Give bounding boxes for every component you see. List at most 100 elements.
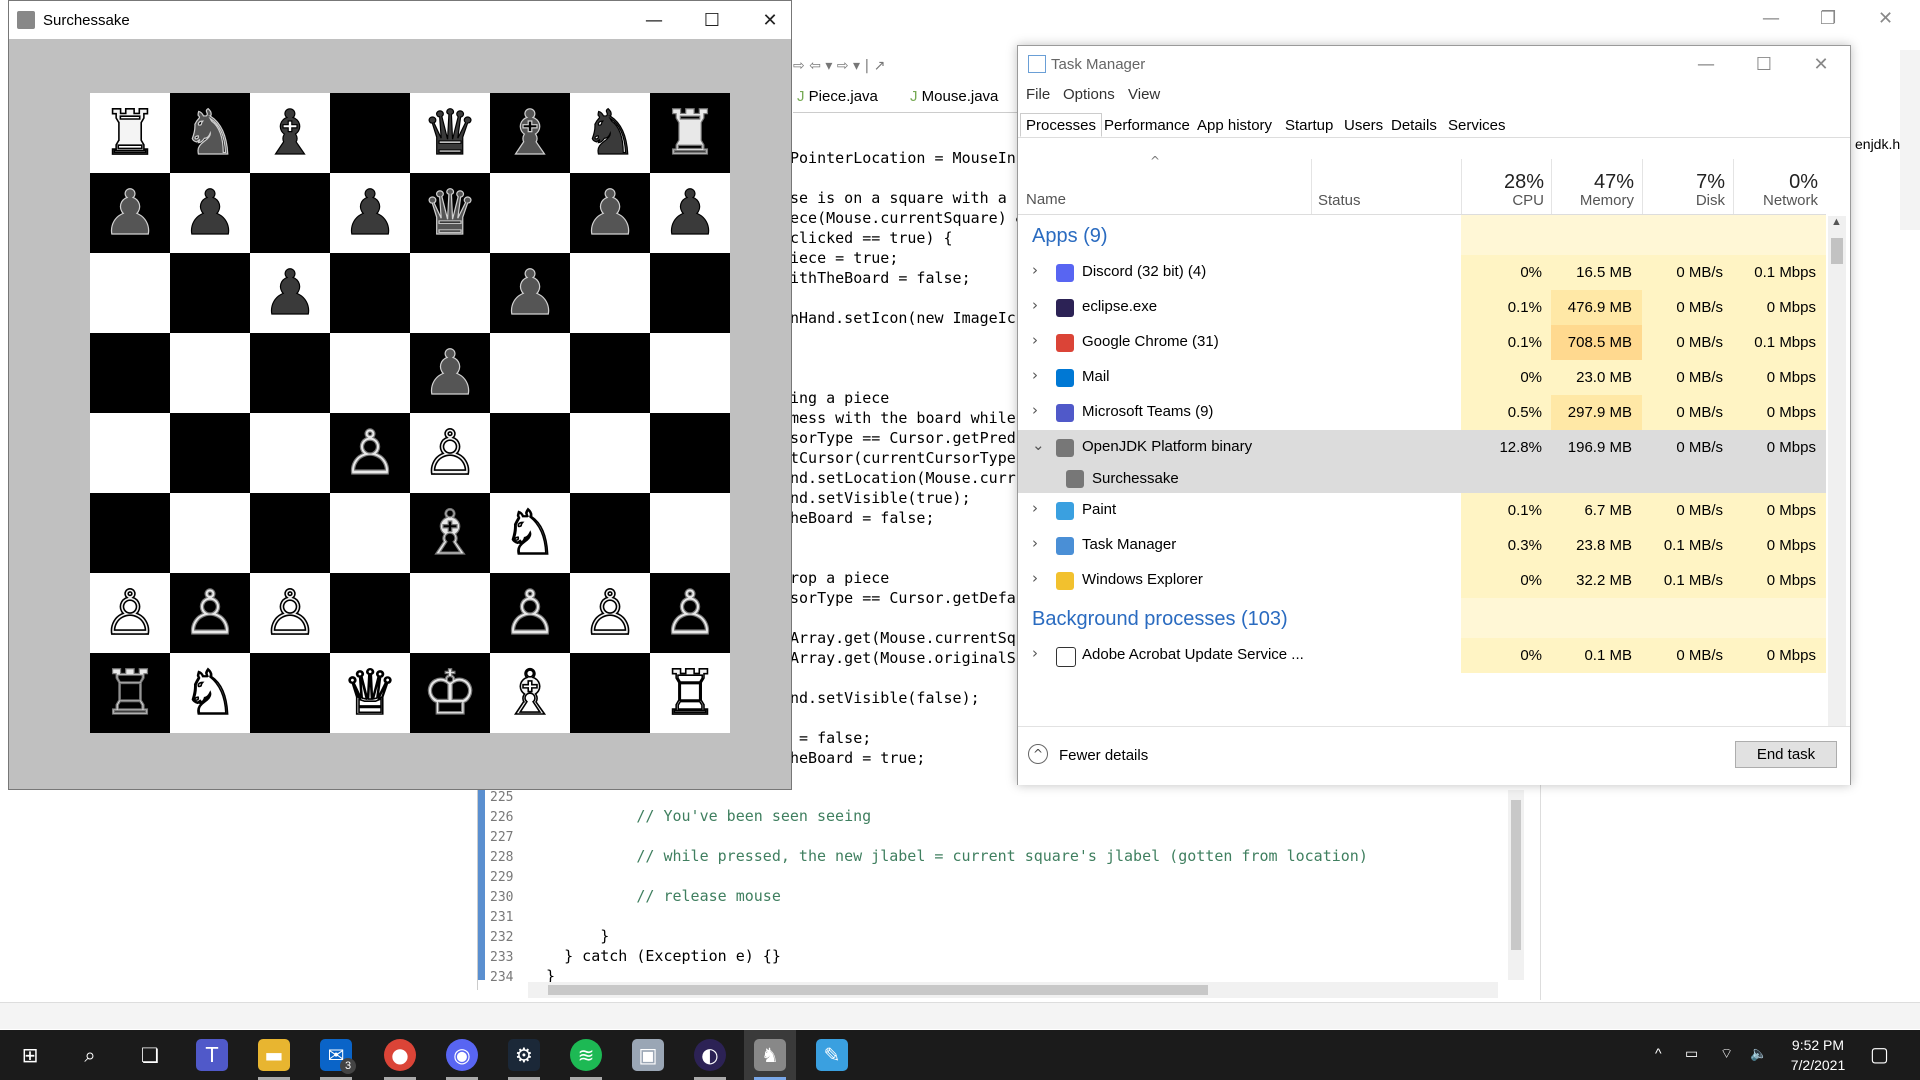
board-square[interactable] xyxy=(250,493,330,573)
chess-piece[interactable]: ♖ xyxy=(102,661,159,724)
chess-piece[interactable]: ♟ xyxy=(502,261,559,324)
chess-piece[interactable]: ♙ xyxy=(261,581,318,645)
chess-piece[interactable]: ♝ xyxy=(502,101,559,164)
board-square[interactable] xyxy=(250,173,330,253)
board-square[interactable]: ♛ xyxy=(410,93,490,173)
board-square[interactable]: ♙ xyxy=(330,413,410,493)
board-square[interactable] xyxy=(90,413,170,493)
chevron-right-icon[interactable]: › xyxy=(1032,499,1038,517)
board-square[interactable] xyxy=(650,333,730,413)
notification-icon[interactable]: ▢ xyxy=(1870,1042,1889,1067)
paint-icon[interactable]: ✎ xyxy=(816,1039,848,1071)
tab-mouse-java[interactable]: J Mouse.java xyxy=(906,88,1002,110)
editor-horizontal-scrollbar[interactable] xyxy=(528,982,1498,998)
board-square[interactable] xyxy=(570,333,650,413)
scroll-up-icon[interactable]: ▲ xyxy=(1831,216,1842,228)
chevron-right-icon[interactable]: › xyxy=(1032,401,1038,419)
board-square[interactable]: ♖ xyxy=(650,653,730,733)
menu-view[interactable]: View xyxy=(1128,86,1160,103)
board-square[interactable]: ♟ xyxy=(90,173,170,253)
process-row[interactable]: 0.1% 708.5 MB 0 MB/s 0.1 Mbps › Google Chrome… xyxy=(1018,325,1826,360)
photos-icon[interactable]: ▣ xyxy=(632,1039,664,1071)
board-square[interactable] xyxy=(170,253,250,333)
board-square[interactable] xyxy=(570,413,650,493)
board-square[interactable]: ♗ xyxy=(490,653,570,733)
tab-piece-java[interactable]: J Piece.java xyxy=(793,88,882,110)
chess-piece[interactable]: ♟ xyxy=(662,181,719,244)
chess-piece[interactable]: ♟ xyxy=(262,261,319,324)
board-square[interactable] xyxy=(90,493,170,573)
board-square[interactable] xyxy=(90,253,170,333)
board-square[interactable] xyxy=(490,413,570,493)
chess-piece[interactable]: ♘ xyxy=(181,661,238,725)
process-row[interactable]: 0% 23.0 MB 0 MB/s 0 Mbps › Mail xyxy=(1018,360,1826,395)
chevron-right-icon[interactable]: › xyxy=(1032,569,1038,587)
board-square[interactable] xyxy=(330,573,410,653)
board-square[interactable]: ♟ xyxy=(490,253,570,333)
col-memory[interactable]: 47% Memory xyxy=(1551,159,1642,215)
process-list[interactable]: Apps (9) 0% 16.5 MB 0 MB/s 0.1 Mbps › Discord … xyxy=(1018,215,1826,753)
steam-icon[interactable]: ⚙ xyxy=(508,1039,540,1071)
eclipse-minimize-button[interactable]: — xyxy=(1762,8,1780,29)
chess-titlebar[interactable]: Surchessake — ☐ ✕ xyxy=(9,1,791,39)
chess-piece[interactable]: ♟ xyxy=(582,181,639,244)
chess-piece[interactable]: ♗ xyxy=(422,501,479,564)
board-square[interactable]: ♙ xyxy=(170,573,250,653)
chess-piece[interactable]: ♟ xyxy=(182,181,239,244)
tab-startup[interactable]: Startup xyxy=(1279,113,1339,137)
board-square[interactable]: ♙ xyxy=(570,573,650,653)
board-square[interactable] xyxy=(330,493,410,573)
task-view-icon[interactable]: ❏ xyxy=(134,1039,166,1071)
process-row[interactable]: 0.3% 23.8 MB 0.1 MB/s 0 Mbps › Task Manager xyxy=(1018,528,1826,563)
board-square[interactable]: ♗ xyxy=(410,493,490,573)
process-row[interactable]: 0.1% 6.7 MB 0 MB/s 0 Mbps › Paint xyxy=(1018,493,1826,528)
wifi-icon[interactable]: ⌔ xyxy=(1720,1045,1733,1063)
chess-piece[interactable]: ♛ xyxy=(422,101,479,164)
chevron-up-icon[interactable]: ^ xyxy=(1655,1045,1662,1061)
board-square[interactable]: ♞ xyxy=(570,93,650,173)
tab-performance[interactable]: Performance xyxy=(1098,113,1196,137)
col-disk[interactable]: 7% Disk xyxy=(1642,159,1733,215)
board-square[interactable]: ♜ xyxy=(650,93,730,173)
file-explorer-icon[interactable]: ▬ xyxy=(258,1039,290,1071)
board-square[interactable]: ♟ xyxy=(410,333,490,413)
clock[interactable]: 9:52 PM 7/2/2021 xyxy=(1786,1037,1850,1073)
volume-icon[interactable]: 🔈 xyxy=(1750,1045,1767,1062)
board-square[interactable] xyxy=(90,333,170,413)
chess-piece[interactable]: ♜ xyxy=(662,101,719,164)
chess-piece[interactable]: ♛ xyxy=(422,181,479,244)
board-square[interactable] xyxy=(170,413,250,493)
board-square[interactable] xyxy=(250,413,330,493)
chess-piece[interactable]: ♙ xyxy=(342,421,399,484)
child-process-row[interactable]: Surchessake xyxy=(1018,465,1826,493)
collapse-chevron-icon[interactable]: ^ xyxy=(1028,744,1048,764)
maximize-button[interactable]: ☐ xyxy=(683,1,741,39)
chevron-down-icon[interactable]: ⌄ xyxy=(1032,436,1045,454)
search-icon[interactable]: ⌕ xyxy=(74,1039,106,1071)
chevron-right-icon[interactable]: › xyxy=(1032,534,1038,552)
process-row[interactable]: 0% 32.2 MB 0.1 MB/s 0 Mbps › Windows Explorer xyxy=(1018,563,1826,598)
col-network[interactable]: 0% Network xyxy=(1733,159,1826,215)
board-square[interactable]: ♛ xyxy=(410,173,490,253)
board-square[interactable] xyxy=(170,493,250,573)
board-square[interactable]: ♖ xyxy=(90,653,170,733)
battery-icon[interactable]: ▭ xyxy=(1685,1045,1698,1062)
close-button[interactable]: ✕ xyxy=(741,1,799,39)
board-square[interactable]: ♙ xyxy=(490,573,570,653)
java-app-icon[interactable]: ♞ xyxy=(754,1039,786,1071)
chevron-right-icon[interactable]: › xyxy=(1032,644,1038,662)
board-square[interactable]: ♜ xyxy=(90,93,170,173)
chevron-right-icon[interactable]: › xyxy=(1032,331,1038,349)
tab-app-history[interactable]: App history xyxy=(1191,113,1278,137)
board-square[interactable] xyxy=(650,493,730,573)
chess-piece[interactable]: ♙ xyxy=(182,581,239,644)
col-status[interactable]: Status xyxy=(1311,159,1479,215)
chess-piece[interactable]: ♟ xyxy=(342,181,399,244)
chess-piece[interactable]: ♟ xyxy=(422,341,479,404)
chess-piece[interactable]: ♕ xyxy=(341,661,398,725)
fewer-details-link[interactable]: Fewer details xyxy=(1059,747,1148,764)
process-row[interactable]: 0.5% 297.9 MB 0 MB/s 0 Mbps › Microsoft Teams… xyxy=(1018,395,1826,430)
chevron-right-icon[interactable]: › xyxy=(1032,261,1038,279)
chevron-right-icon[interactable]: › xyxy=(1032,296,1038,314)
chess-piece[interactable]: ♙ xyxy=(662,581,719,644)
